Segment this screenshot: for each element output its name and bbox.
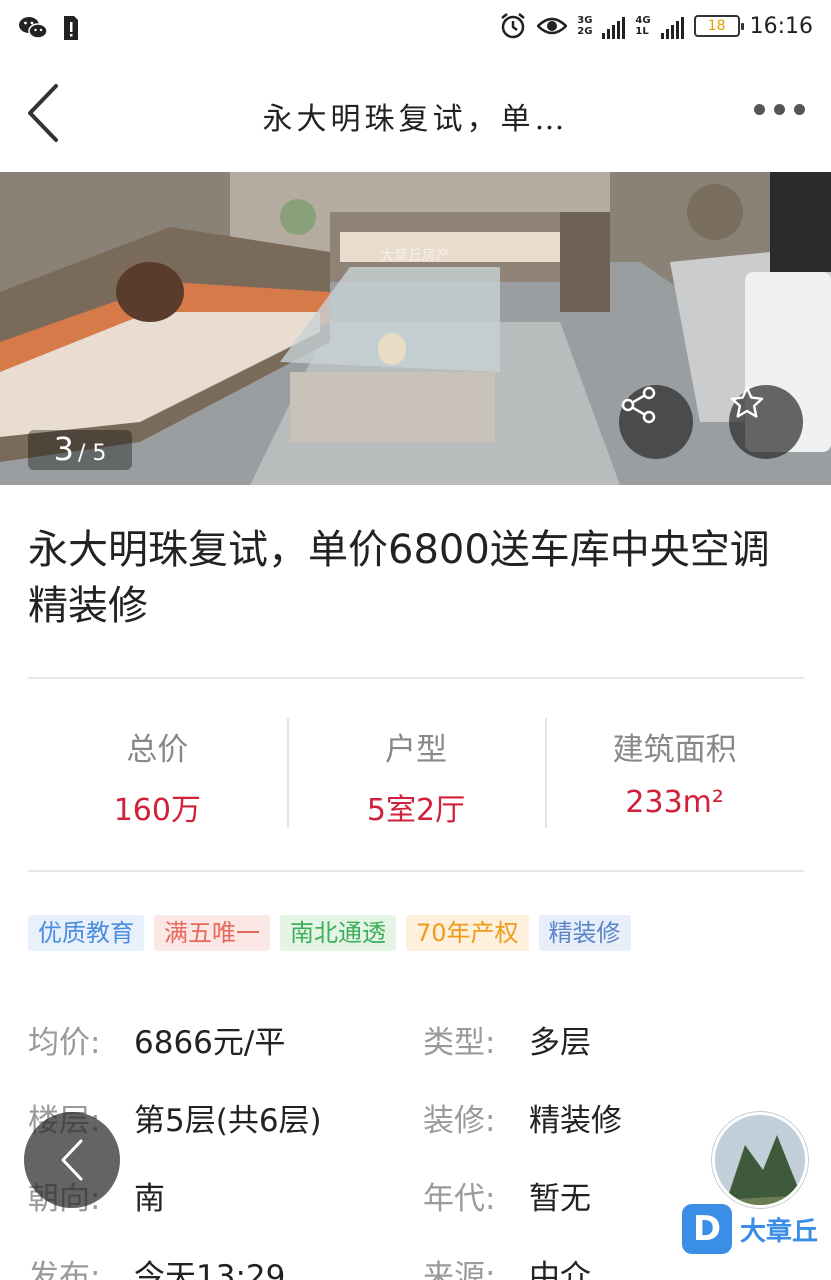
divider [28,677,804,679]
wechat-icon [19,17,48,39]
photo-counter: 3 / 5 [28,430,132,470]
more-button[interactable] [754,104,805,115]
feature-tags: 优质教育 满五唯一 南北通透 70年产权 精装修 [28,915,631,951]
detail-source: 来源: 中介 [423,1258,591,1280]
detail-avg-price: 均价: 6866元/平 [28,1024,286,1061]
stat-label: 户型 [385,732,447,768]
stat-area: 建筑面积 233m² [545,716,804,830]
tag-five-years-unique: 满五唯一 [154,915,270,951]
listing-title: 永大明珠复试，单价6800送车库中央空调精装修 [28,527,770,629]
status-bar: 3G 2G 4G 1L 18 16:16 [0,0,831,58]
network-3g-indicator: 3G 2G [577,15,593,37]
back-arrow-icon [28,84,58,142]
share-icon [621,386,656,424]
photo-current: 3 [53,430,74,468]
tag-70-year-title: 70年产权 [406,915,529,951]
stat-value: 160万 [113,793,201,828]
stat-value: 233m² [625,785,724,820]
signal-bars-icon [660,13,684,39]
key-stats: 总价 160万 户型 5室2厅 建筑面积 233m² [28,716,804,830]
stat-label: 建筑面积 [612,732,737,768]
photo-total: / 5 [77,441,107,466]
svg-text:大章丘房产: 大章丘房产 [380,247,450,264]
divider [28,870,804,872]
sim-alert-icon [64,16,78,40]
more-dots-icon [754,104,765,115]
brand-badge[interactable]: D 大章丘 [682,1204,818,1254]
detail-type: 类型: 多层 [423,1024,591,1061]
brand-logo: D [682,1204,732,1254]
nav-bar: 永大明珠复试，单… [0,58,831,172]
photo-gallery[interactable]: 大章丘房产 3 / 5 [0,172,831,485]
network-4g-indicator: 4G 1L [635,15,651,37]
tag-north-south: 南北通透 [280,915,396,951]
eye-icon [537,17,568,35]
chevron-left-icon [61,1139,83,1181]
share-button[interactable] [619,385,693,459]
detail-row: 均价: 6866元/平 类型: 多层 [28,1000,818,1078]
battery-indicator: 18 [693,15,744,37]
stat-total-price: 总价 160万 [28,716,287,830]
nav-title: 永大明珠复试，单… [262,102,569,137]
floating-back-button[interactable] [24,1112,120,1208]
stat-layout: 户型 5室2厅 [286,716,546,830]
stat-label: 总价 [126,732,189,768]
tag-fine-decoration: 精装修 [538,915,631,951]
favorite-button[interactable] [729,385,803,459]
detail-row: 楼层:第5层(共6层) 装修:精装修 [28,1078,818,1156]
signal-bars-icon [602,13,626,39]
back-button[interactable] [22,82,68,144]
brand-name: 大章丘 [740,1216,819,1247]
status-right: 3G 2G 4G 1L 18 16:16 [499,12,813,40]
stat-value: 5室2厅 [366,793,466,828]
status-left [18,14,80,42]
alarm-icon [501,13,526,39]
detail-published: 发布: 今天13:29 [28,1258,286,1280]
star-icon [730,386,764,418]
clock: 16:16 [749,13,813,39]
tag-quality-education: 优质教育 [28,915,144,951]
agent-avatar[interactable] [712,1112,808,1208]
